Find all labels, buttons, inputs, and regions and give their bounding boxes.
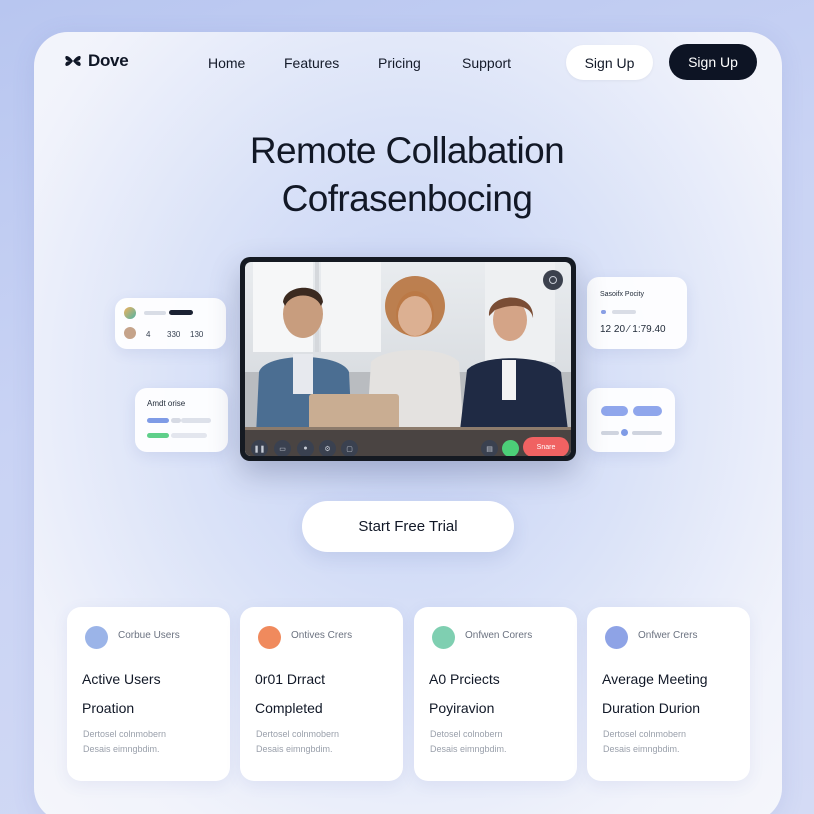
settings-icon[interactable]: ⚙ bbox=[319, 440, 336, 456]
nav-home[interactable]: Home bbox=[208, 55, 245, 71]
toggle-pill[interactable] bbox=[601, 406, 628, 416]
hero-title-line1: Remote Collabation bbox=[249, 130, 565, 171]
stat-description: Dertosel colnmobern bbox=[256, 729, 340, 739]
floating-card-participants: 4 330 130 bbox=[115, 298, 226, 349]
stat-tag: Onfwer Crers bbox=[638, 630, 698, 641]
screen-share-icon[interactable]: ▭ bbox=[274, 440, 291, 456]
stat-title: Average Meeting bbox=[602, 671, 708, 687]
placeholder-bar bbox=[171, 433, 207, 438]
hero-title-line2: Cofrasenbocing bbox=[281, 178, 533, 219]
start-free-trial-button[interactable]: Start Free Trial bbox=[302, 501, 514, 552]
stat-subtitle: Proation bbox=[82, 700, 135, 716]
stat-subtitle: Duration Durion bbox=[602, 700, 701, 716]
avatar bbox=[124, 307, 136, 319]
avatar bbox=[432, 626, 455, 649]
slider-track bbox=[601, 431, 619, 435]
stat-subtitle: Poyiravion bbox=[429, 700, 495, 716]
stat-description: Desais eimngbdim. bbox=[83, 744, 160, 754]
stat-title: A0 Prciects bbox=[429, 671, 500, 687]
stat-card-completed: Ontives Crers 0r01 Drract Completed Dert… bbox=[240, 607, 403, 781]
stat-card-meeting-duration: Onfwer Crers Average Meeting Duration Du… bbox=[587, 607, 750, 781]
legend-dot bbox=[601, 310, 606, 314]
mic-icon[interactable]: ● bbox=[297, 440, 314, 456]
stat-description: Desais eimngbdim. bbox=[603, 744, 680, 754]
stat-description: Dertosel colnmobern bbox=[603, 729, 687, 739]
video-call-window[interactable]: ❚❚ ▭ ● ⚙ ▢ ▤ Snare bbox=[240, 257, 576, 461]
status-pill bbox=[169, 310, 193, 315]
card-value: 12 20 ⁄ 1:79.40 bbox=[600, 324, 666, 335]
stat-tag: Ontives Crers bbox=[291, 630, 353, 641]
progress-bar-blue bbox=[147, 418, 169, 423]
avatar bbox=[124, 327, 136, 339]
card-title: Amdt orise bbox=[147, 399, 186, 408]
stat-title: 0r01 Drract bbox=[255, 671, 326, 687]
stat-description: Detosel colnobern bbox=[430, 729, 503, 739]
stat-title: Active Users bbox=[82, 671, 161, 687]
placeholder-bar bbox=[612, 310, 636, 314]
end-call-button[interactable]: Snare bbox=[523, 437, 569, 456]
pause-icon[interactable]: ❚❚ bbox=[251, 440, 268, 456]
floating-card-stats: Sasoifx Pocity 12 20 ⁄ 1:79.40 bbox=[587, 277, 687, 349]
video-toggle-icon[interactable]: ▢ bbox=[341, 440, 358, 456]
dove-logo-icon bbox=[65, 56, 81, 66]
nav-support[interactable]: Support bbox=[462, 55, 511, 71]
card-value: 4 bbox=[146, 330, 151, 339]
stat-tag: Corbue Users bbox=[118, 630, 180, 641]
avatar bbox=[85, 626, 108, 649]
stat-description: Dertosel colnmobern bbox=[83, 729, 167, 739]
card-title: Sasoifx Pocity bbox=[600, 291, 644, 298]
stat-card-projects: Onfwen Corers A0 Prciects Poyiravion Det… bbox=[414, 607, 577, 781]
brand-name: Dove bbox=[88, 51, 129, 70]
toggle-pill[interactable] bbox=[633, 406, 662, 416]
meeting-photo bbox=[245, 262, 571, 456]
call-controls-bar bbox=[245, 430, 571, 456]
placeholder-bar bbox=[171, 418, 181, 423]
floating-card-controls bbox=[587, 388, 675, 452]
slider-handle[interactable] bbox=[621, 429, 628, 436]
progress-bar-green bbox=[147, 433, 169, 438]
chat-icon[interactable]: ▤ bbox=[481, 440, 498, 456]
signup-button-dark[interactable]: Sign Up bbox=[669, 44, 757, 80]
signup-button-light[interactable]: Sign Up bbox=[566, 45, 653, 80]
video-feed: ❚❚ ▭ ● ⚙ ▢ ▤ Snare bbox=[245, 262, 571, 456]
placeholder-bar bbox=[144, 311, 166, 315]
stat-description: Desais eimngbdim. bbox=[430, 744, 507, 754]
floating-card-agenda: Amdt orise bbox=[135, 388, 228, 452]
camera-switch-icon[interactable] bbox=[543, 270, 563, 290]
card-value: 330 bbox=[167, 330, 181, 339]
stat-subtitle: Completed bbox=[255, 700, 323, 716]
brand-logo[interactable]: Dove bbox=[64, 51, 129, 71]
avatar bbox=[605, 626, 628, 649]
card-value: 130 bbox=[190, 330, 204, 339]
call-status-icon[interactable] bbox=[502, 440, 519, 456]
stat-description: Desais eimngbdim. bbox=[256, 744, 333, 754]
nav-features[interactable]: Features bbox=[284, 55, 339, 71]
avatar bbox=[258, 626, 281, 649]
nav-pricing[interactable]: Pricing bbox=[378, 55, 421, 71]
stat-tag: Onfwen Corers bbox=[465, 630, 533, 641]
slider-track bbox=[632, 431, 662, 435]
stat-card-active-users: Corbue Users Active Users Proation Derto… bbox=[67, 607, 230, 781]
placeholder-bar bbox=[181, 418, 211, 423]
